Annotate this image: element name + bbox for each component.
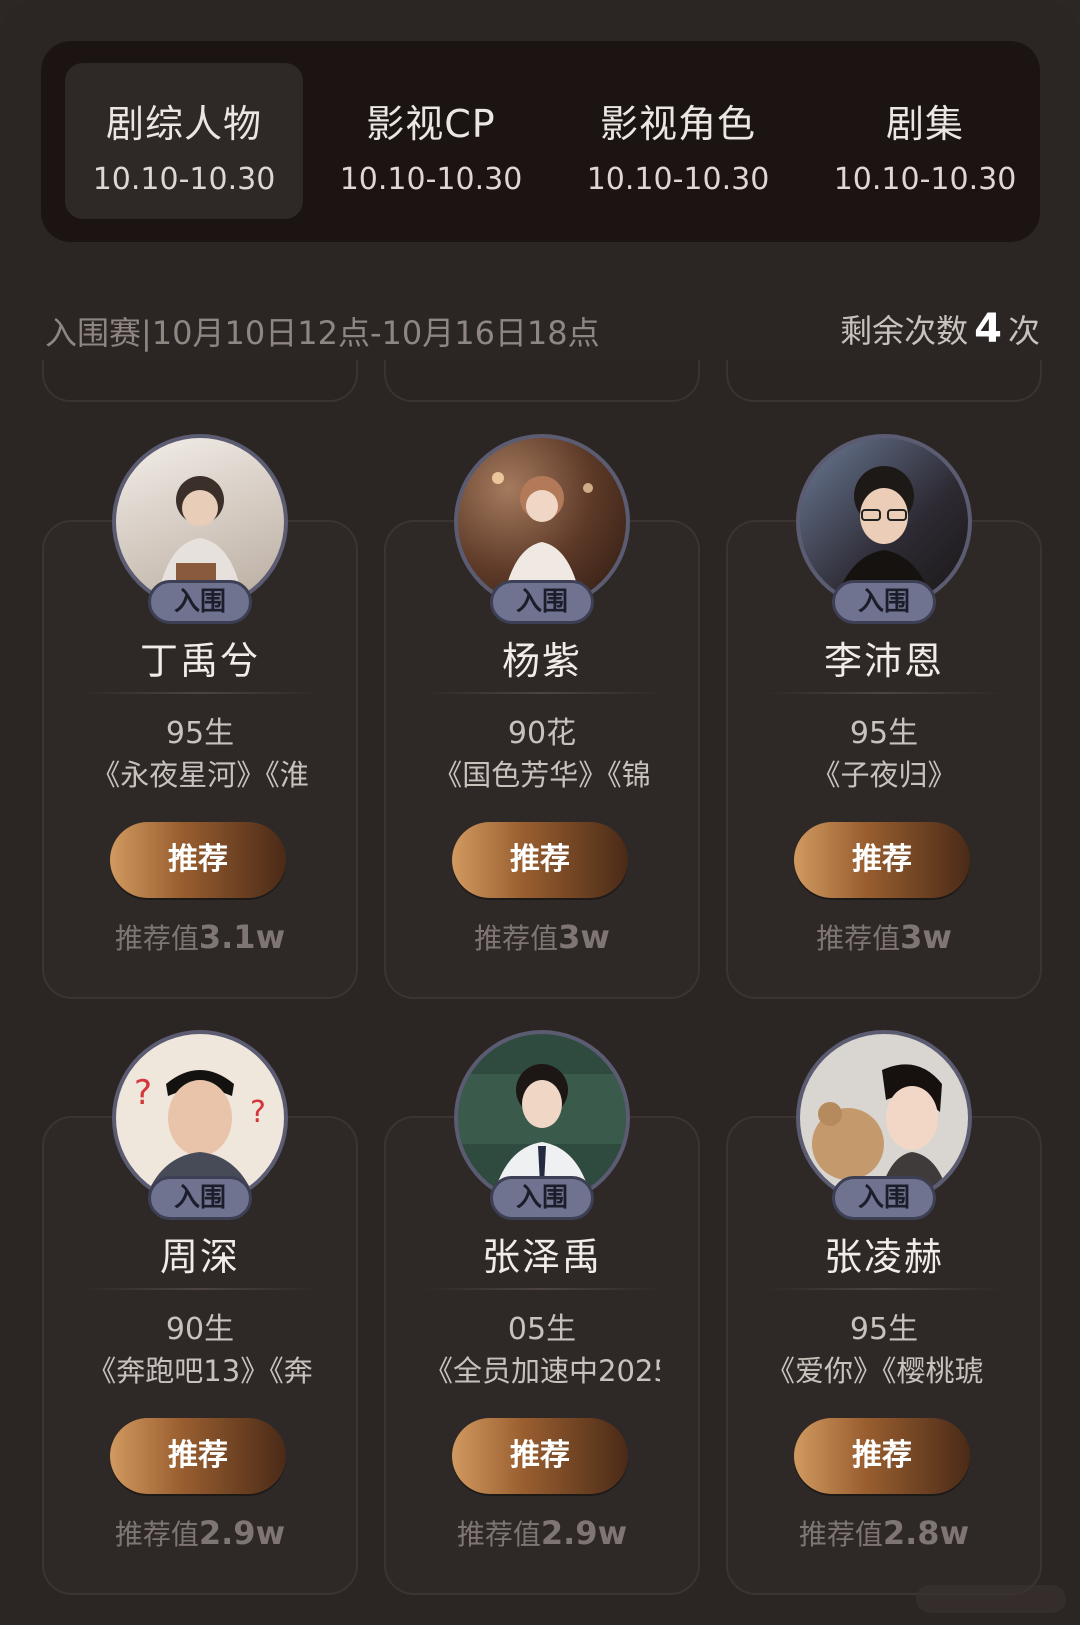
candidate-works: 《永夜星河》《淮 — [91, 758, 309, 792]
tab-label: 剧集 — [885, 102, 964, 146]
recommend-score: 推荐值2.9w — [386, 1513, 698, 1553]
tab-label: 剧综人物 — [105, 102, 262, 146]
candidate-name: 周深 — [159, 1235, 240, 1279]
tab-series[interactable]: 剧集 10.10-10.30 — [806, 63, 1044, 219]
recommend-button[interactable]: 推荐 — [110, 1418, 286, 1494]
svg-text:?: ? — [250, 1095, 266, 1130]
candidate-tag: 90花 — [507, 716, 577, 751]
recommend-button[interactable]: 推荐 — [452, 1418, 628, 1494]
category-tab-bar: 剧综人物 10.10-10.30 影视CP 10.10-10.30 影视角色 1… — [41, 41, 1040, 242]
divider — [422, 692, 662, 694]
score-prefix: 推荐值 — [798, 1518, 883, 1551]
candidate-name: 张凌赫 — [823, 1235, 944, 1279]
tab-drama-people[interactable]: 剧综人物 10.10-10.30 — [65, 63, 303, 219]
recommend-score: 推荐值3w — [386, 917, 698, 957]
candidate-tag: 95生 — [849, 716, 919, 751]
tab-date: 10.10-10.30 — [339, 162, 523, 197]
score-value: 3w — [558, 918, 610, 956]
candidate-tag: 90生 — [165, 1312, 235, 1347]
card-previous-edge — [726, 360, 1042, 402]
recommend-button[interactable]: 推荐 — [110, 822, 286, 898]
score-prefix: 推荐值 — [456, 1518, 541, 1551]
recommend-score: 推荐值3.1w — [44, 917, 356, 957]
shortlisted-badge: 入围 — [832, 580, 936, 624]
tab-label: 影视角色 — [599, 102, 756, 146]
candidate-tag: 05生 — [507, 1312, 577, 1347]
phase-text: 入围赛|10月10日12点-10月16日18点 — [45, 314, 600, 352]
divider — [422, 1288, 662, 1290]
candidate-card[interactable]: 入围 丁禹兮 95生 《永夜星河》《淮 推荐 推荐值3.1w — [42, 434, 358, 999]
score-prefix: 推荐值 — [114, 922, 199, 955]
divider — [80, 1288, 320, 1290]
score-prefix: 推荐值 — [114, 1518, 199, 1551]
remaining-suffix: 次 — [1007, 312, 1040, 350]
score-value: 3w — [900, 918, 952, 956]
candidate-works: 《奔跑吧13》《奔 — [87, 1354, 313, 1388]
tab-date: 10.10-10.30 — [833, 162, 1017, 197]
candidate-works: 《全员加速中2025 — [424, 1354, 660, 1388]
score-value: 3.1w — [198, 918, 286, 956]
shortlisted-badge: 入围 — [490, 580, 594, 624]
watermark-icon — [916, 1585, 1066, 1613]
score-value: 2.9w — [540, 1514, 628, 1552]
candidate-name: 张泽禹 — [481, 1235, 602, 1279]
remaining-count: 4 — [974, 306, 1002, 352]
candidate-card[interactable]: 入围 张凌赫 95生 《爱你》《樱桃琥 推荐 推荐值2.8w — [726, 1030, 1042, 1595]
candidate-works: 《子夜归》 — [811, 758, 957, 792]
tab-date: 10.10-10.30 — [586, 162, 770, 197]
score-value: 2.9w — [198, 1514, 286, 1552]
recommend-score: 推荐值3w — [728, 917, 1040, 957]
shortlisted-badge: 入围 — [148, 1176, 252, 1220]
candidate-name: 杨紫 — [501, 639, 582, 683]
recommend-button[interactable]: 推荐 — [794, 822, 970, 898]
tab-date: 10.10-10.30 — [92, 162, 276, 197]
tab-film-cp[interactable]: 影视CP 10.10-10.30 — [312, 63, 550, 219]
shortlisted-badge: 入围 — [148, 580, 252, 624]
recommend-button[interactable]: 推荐 — [452, 822, 628, 898]
card-previous-edge — [384, 360, 700, 402]
tab-film-role[interactable]: 影视角色 10.10-10.30 — [559, 63, 797, 219]
recommend-score: 推荐值2.9w — [44, 1513, 356, 1553]
shortlisted-badge: 入围 — [832, 1176, 936, 1220]
candidate-tag: 95生 — [849, 1312, 919, 1347]
divider — [764, 1288, 1004, 1290]
candidate-card[interactable]: 入围 杨紫 90花 《国色芳华》《锦 推荐 推荐值3w — [384, 434, 700, 999]
candidate-name: 丁禹兮 — [139, 639, 260, 683]
candidate-works: 《国色芳华》《锦 — [433, 758, 651, 792]
candidate-tag: 95生 — [165, 716, 235, 751]
divider — [80, 692, 320, 694]
svg-text:?: ? — [134, 1073, 152, 1113]
shortlisted-badge: 入围 — [490, 1176, 594, 1220]
candidate-name: 李沛恩 — [823, 639, 944, 683]
candidate-card[interactable]: 入围 李沛恩 95生 《子夜归》 推荐 推荐值3w — [726, 434, 1042, 999]
score-prefix: 推荐值 — [816, 922, 901, 955]
phase-header: 入围赛|10月10日12点-10月16日18点 剩余次数 4 次 — [45, 300, 1040, 360]
recommend-button[interactable]: 推荐 — [794, 1418, 970, 1494]
tab-label: 影视CP — [366, 102, 496, 146]
divider — [764, 692, 1004, 694]
score-value: 2.8w — [882, 1514, 970, 1552]
card-previous-edge — [42, 360, 358, 402]
score-prefix: 推荐值 — [474, 922, 559, 955]
candidate-card[interactable]: ? ? 入围 周深 90生 《奔跑吧13》《奔 推荐 推荐值2.9w — [42, 1030, 358, 1595]
candidate-works: 《爱你》《樱桃琥 — [766, 1354, 984, 1388]
remaining-votes: 剩余次数 4 次 — [840, 306, 1040, 352]
remaining-prefix: 剩余次数 — [840, 312, 969, 350]
candidate-card[interactable]: 入围 张泽禹 05生 《全员加速中2025 推荐 推荐值2.9w — [384, 1030, 700, 1595]
ranking-panel: 剧综人物 10.10-10.30 影视CP 10.10-10.30 影视角色 1… — [0, 0, 1080, 1625]
recommend-score: 推荐值2.8w — [728, 1513, 1040, 1553]
